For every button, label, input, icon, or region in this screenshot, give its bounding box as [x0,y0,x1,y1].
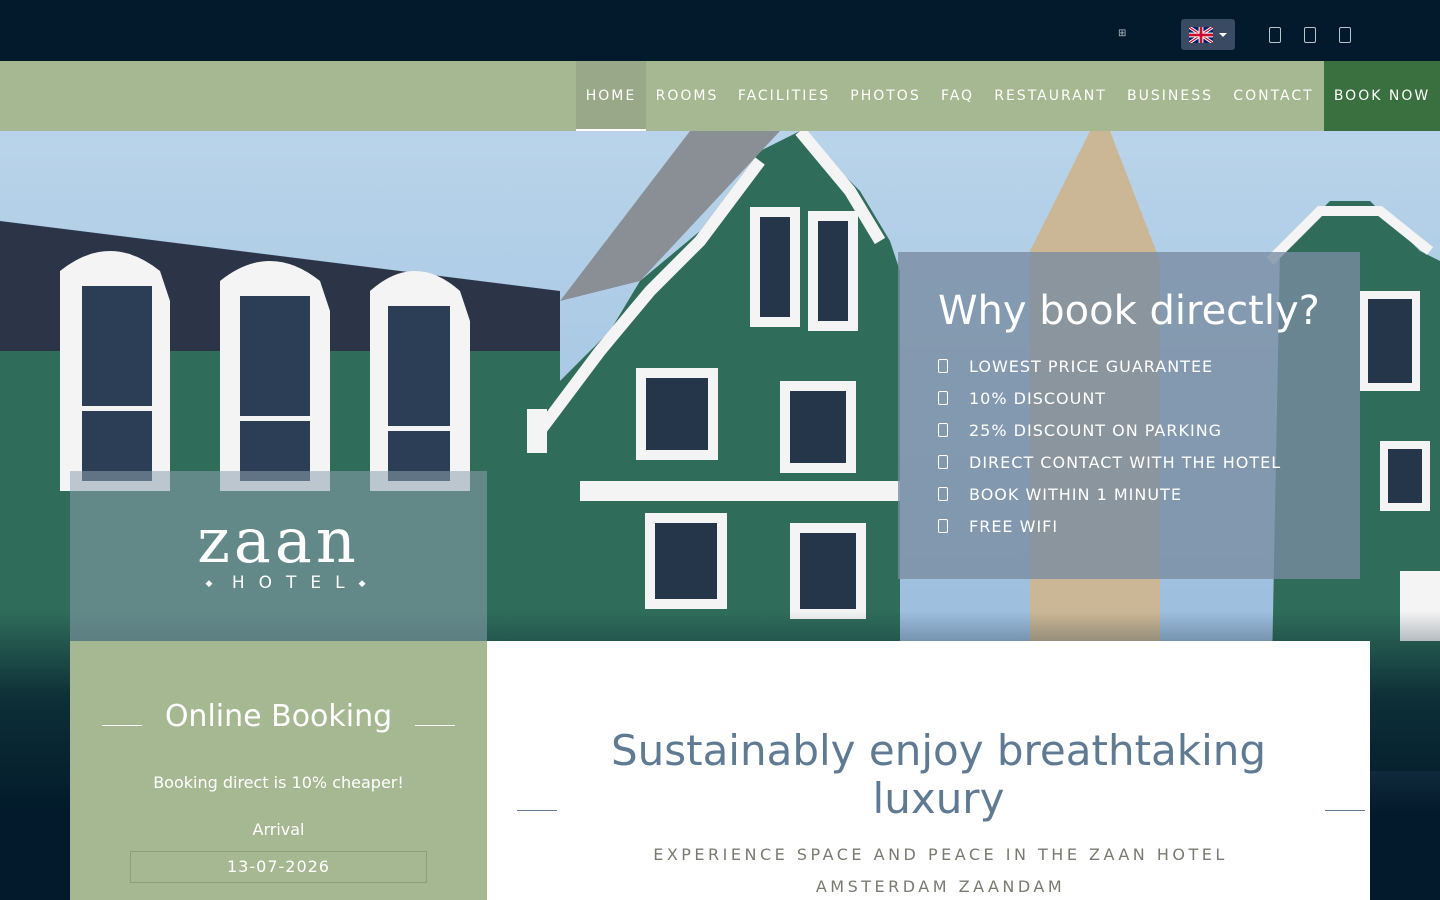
online-booking-panel: Online Booking Booking direct is 10% che… [70,641,487,900]
list-item: 25% DISCOUNT ON PARKING [938,414,1281,446]
nav-contact[interactable]: CONTACT [1223,61,1324,131]
divider [1325,810,1365,811]
divider [415,725,455,726]
check-icon [938,519,948,533]
check-icon [938,455,948,469]
main-navigation: HOME ROOMS FACILITIES PHOTOS FAQ RESTAUR… [0,61,1440,131]
why-book-title: Why book directly? [938,288,1320,334]
check-icon [938,359,948,373]
logo-panel: zaan ◆ HOTEL◆ [70,471,487,641]
arrival-date-input[interactable]: 13-07-2026 [130,851,427,883]
nav-rooms[interactable]: ROOMS [646,61,728,131]
arrival-label: Arrival [252,820,305,839]
nav-home[interactable]: HOME [576,61,646,131]
instagram-icon[interactable] [1304,27,1316,43]
chevron-down-icon [1219,33,1227,37]
list-item: DIRECT CONTACT WITH THE HOTEL [938,446,1281,478]
list-item: 10% DISCOUNT [938,382,1281,414]
list-item: FREE WIFI [938,510,1281,542]
check-icon [938,487,948,501]
top-bar: ⊞ [0,0,1440,61]
book-now-button[interactable]: BOOK NOW [1324,61,1440,131]
nav-photos[interactable]: PHOTOS [840,61,931,131]
nav-facilities[interactable]: FACILITIES [728,61,840,131]
nav-faq[interactable]: FAQ [931,61,984,131]
nav-restaurant[interactable]: RESTAURANT [984,61,1117,131]
logo-subtitle: ◆ HOTEL◆ [205,573,366,593]
why-book-panel: Why book directly? LOWEST PRICE GUARANTE… [898,252,1360,579]
list-item: BOOK WITHIN 1 MINUTE [938,478,1281,510]
nav-business[interactable]: BUSINESS [1117,61,1223,131]
booking-title: Online Booking [164,699,393,734]
list-item: LOWEST PRICE GUARANTEE [938,350,1281,382]
grid-icon[interactable]: ⊞ [1118,28,1132,40]
check-icon [938,391,948,405]
page-subheadline: EXPERIENCE SPACE AND PEACE IN THE ZAAN H… [653,845,1228,896]
facebook-icon[interactable] [1269,27,1281,43]
booking-promo: Booking direct is 10% cheaper! [153,773,404,792]
intro-card: Sustainably enjoy breathtaking luxury EX… [487,641,1370,900]
why-book-list: LOWEST PRICE GUARANTEE 10% DISCOUNT 25% … [938,350,1281,542]
check-icon [938,423,948,437]
language-selector[interactable] [1181,19,1235,50]
logo[interactable]: zaan [70,505,487,577]
divider [517,810,557,811]
uk-flag-icon [1189,27,1213,43]
linkedin-icon[interactable] [1339,27,1351,43]
page-headline: Sustainably enjoy breathtaking luxury [610,726,1267,823]
